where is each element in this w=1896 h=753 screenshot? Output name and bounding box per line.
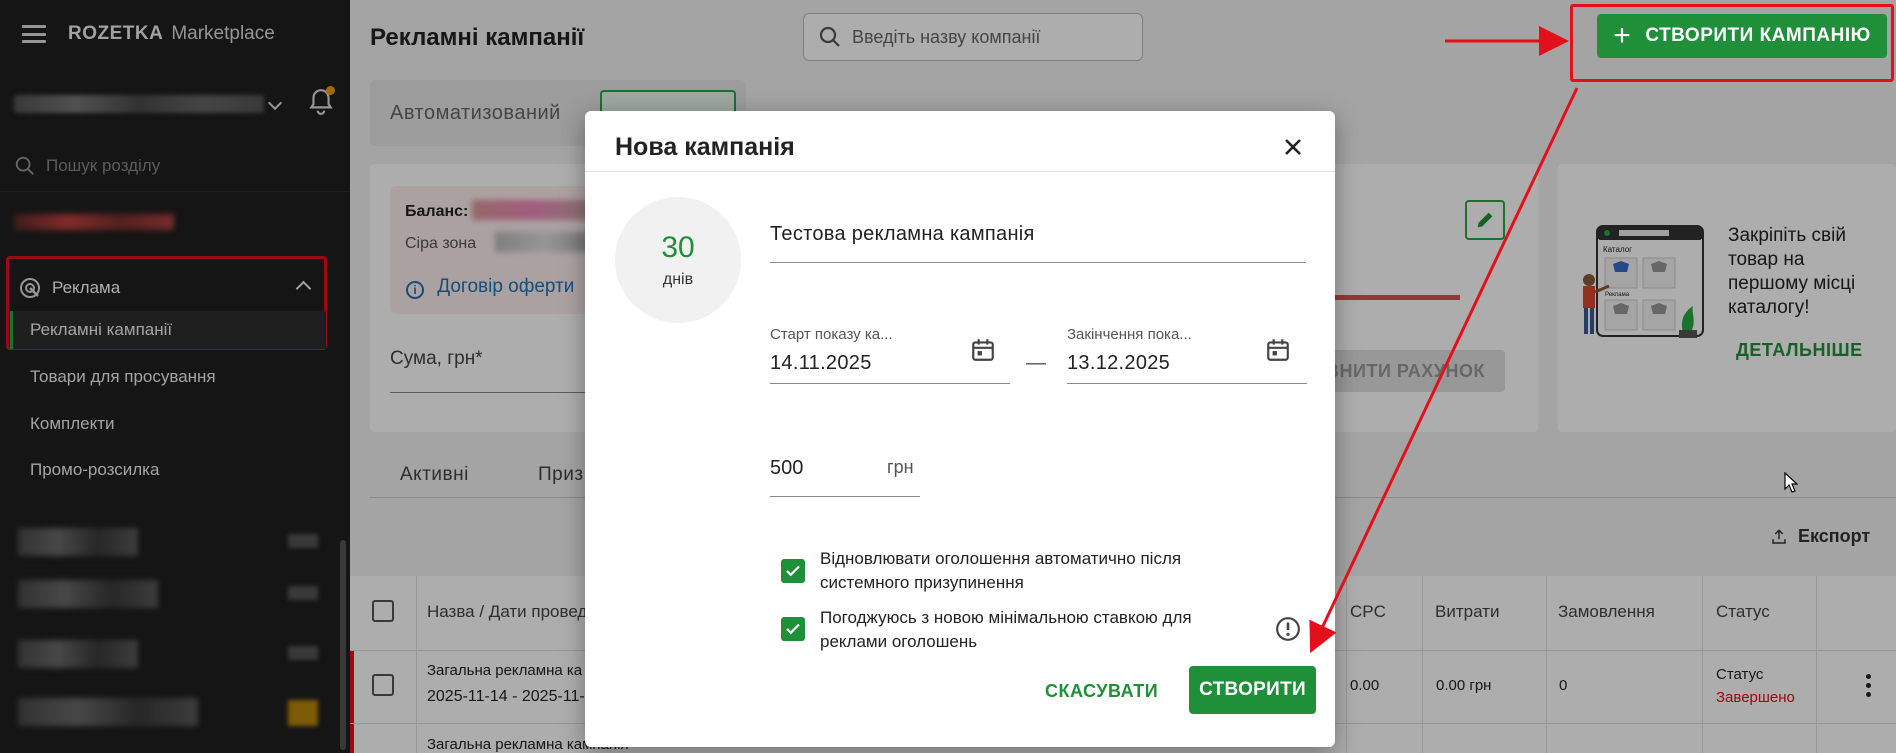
annotation-arrows	[1309, 26, 1579, 654]
mouse-cursor-icon	[1784, 472, 1798, 493]
arrow-to-create-confirm	[1309, 87, 1579, 654]
